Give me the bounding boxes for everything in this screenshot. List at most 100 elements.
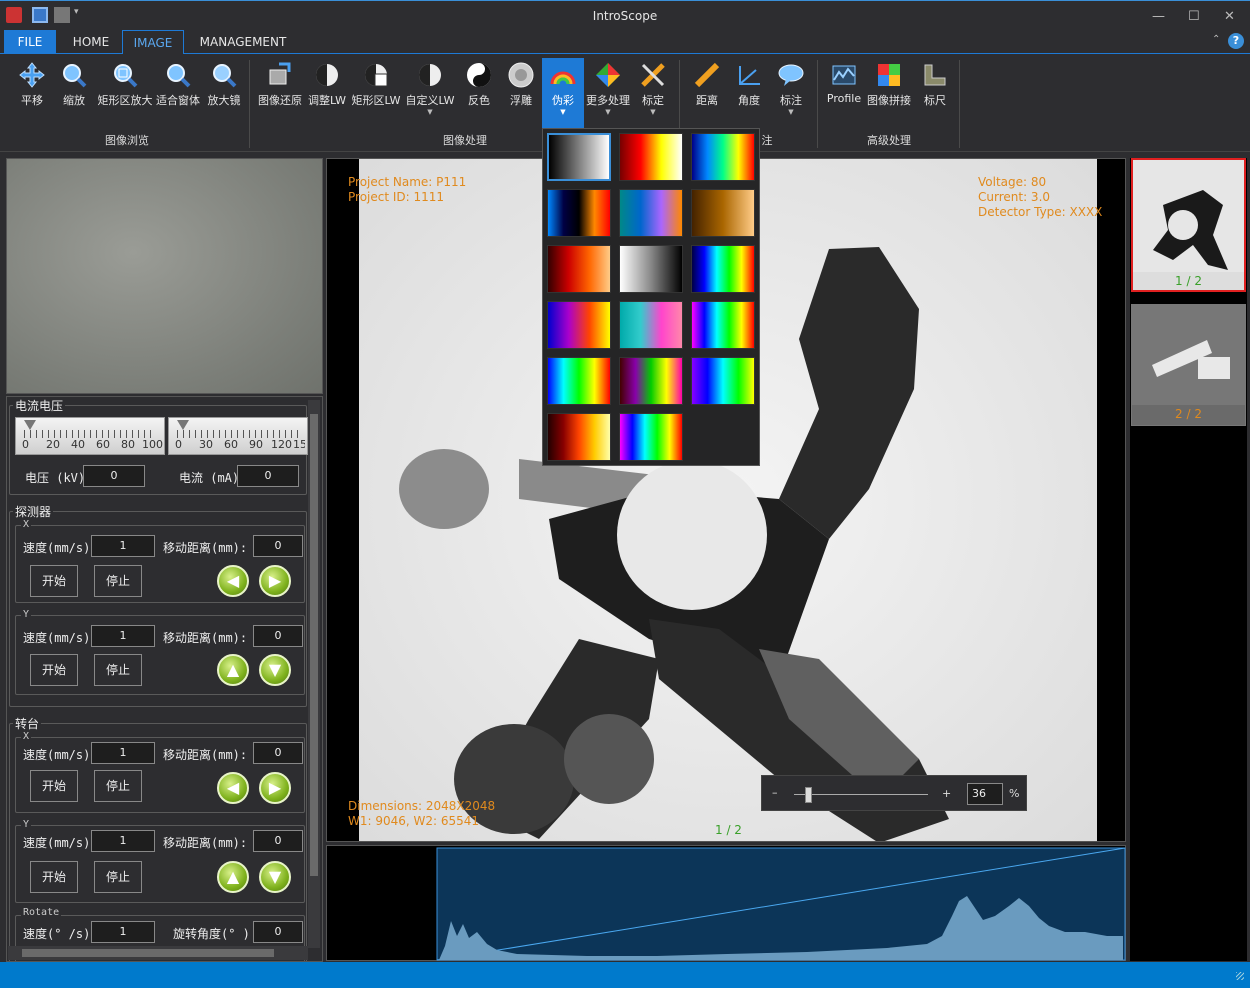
palette-rainbow[interactable] (691, 301, 755, 349)
ruler-button[interactable]: 标尺 (918, 60, 952, 108)
turntable-y-speed-input[interactable]: 1 (91, 830, 155, 852)
group-label-browse: 图像浏览 (105, 134, 149, 147)
zoom-out-button[interactable]: – (772, 786, 778, 799)
move-right-button[interactable]: ▶ (259, 772, 291, 804)
palette-rainbow-2[interactable] (547, 357, 611, 405)
resize-grip-icon[interactable] (1236, 972, 1244, 980)
detector-x-start-button[interactable]: 开始 (30, 565, 78, 597)
palette-plasma[interactable] (547, 301, 611, 349)
turntable-y-distance-input[interactable]: 0 (253, 830, 303, 852)
tab-image[interactable]: IMAGE (122, 30, 184, 54)
zoom-slider-thumb[interactable] (804, 787, 812, 803)
profile-button[interactable]: Profile (824, 60, 864, 105)
move-up-button[interactable]: ▲ (217, 861, 249, 893)
zoom-button[interactable]: 缩放 (58, 60, 90, 108)
turntable-y-stop-button[interactable]: 停止 (94, 861, 142, 893)
voltage-slider[interactable]: 0 20 40 60 80 100 (15, 417, 165, 455)
scroll-thumb[interactable] (310, 414, 318, 876)
palette-blackbody[interactable] (547, 413, 611, 461)
tick-label: 80 (121, 438, 135, 451)
collapse-ribbon-icon[interactable]: ⌃ (1212, 34, 1220, 45)
detector-y-start-button[interactable]: 开始 (30, 654, 78, 686)
tab-management[interactable]: MANAGEMENT (192, 30, 294, 54)
detector-x-distance-input[interactable]: 0 (253, 535, 303, 557)
move-down-button[interactable]: ▼ (259, 861, 291, 893)
move-up-button[interactable]: ▲ (217, 654, 249, 686)
rect-zoom-button[interactable]: 矩形区放大 (96, 60, 154, 108)
more-processing-button[interactable]: 更多处理 ▼ (586, 60, 630, 116)
palette-full-spectrum[interactable] (619, 413, 683, 461)
turntable-x-speed-input[interactable]: 1 (91, 742, 155, 764)
tick-label: 90 (249, 438, 263, 451)
palette-inverted-gray[interactable] (619, 245, 683, 293)
detector-x-speed-input[interactable]: 1 (91, 535, 155, 557)
control-panel-hscrollbar[interactable] (8, 946, 308, 960)
palette-coolwarm[interactable] (547, 189, 611, 237)
close-button[interactable]: ✕ (1224, 9, 1235, 24)
rect-lw-button[interactable]: 矩形区LW (350, 60, 402, 108)
detector-x-stop-button[interactable]: 停止 (94, 565, 142, 597)
help-icon[interactable]: ? (1228, 33, 1244, 49)
image-stitch-button[interactable]: 图像拼接 (866, 60, 912, 108)
turntable-x-distance-input[interactable]: 0 (253, 742, 303, 764)
turntable-x-stop-button[interactable]: 停止 (94, 770, 142, 802)
palette-spring[interactable] (691, 357, 755, 405)
magnifier-button[interactable]: 放大镜 (204, 60, 244, 108)
scroll-thumb[interactable] (22, 949, 274, 957)
histogram-panel[interactable] (326, 845, 1126, 961)
slider-ticks (177, 430, 299, 438)
zoom-percent-input[interactable]: 36 (967, 783, 1003, 805)
rotate-speed-input[interactable]: 1 (91, 921, 155, 943)
palette-fire[interactable] (547, 245, 611, 293)
annotate-button[interactable]: 标注 ▼ (774, 60, 808, 116)
palette-jet[interactable] (691, 133, 755, 181)
maximize-button[interactable]: ☐ (1188, 9, 1200, 24)
palette-ocean[interactable] (619, 189, 683, 237)
pseudo-color-button[interactable]: 伪彩 ▼ (542, 58, 584, 130)
thumbnail-2[interactable]: 2 / 2 (1131, 304, 1246, 426)
pan-button[interactable]: 平移 (14, 60, 50, 108)
zoom-track[interactable] (794, 794, 928, 795)
move-right-button[interactable]: ▶ (259, 565, 291, 597)
palette-copper[interactable] (691, 189, 755, 237)
ruler-label: 标尺 (924, 94, 946, 107)
distance-button[interactable]: 距离 (690, 60, 724, 108)
control-panel: 电流电压 0 20 40 60 80 100 0 30 60 90 120 15… (6, 396, 323, 962)
detector-type-overlay: Detector Type: XXXX (978, 205, 1103, 219)
emboss-button[interactable]: 浮雕 (504, 60, 538, 108)
fit-window-button[interactable]: 适合窗体 (154, 60, 202, 108)
detector-y-distance-input[interactable]: 0 (253, 625, 303, 647)
current-input[interactable]: 0 (237, 465, 299, 487)
invert-button[interactable]: 反色 (462, 60, 496, 108)
palette-hsv[interactable] (619, 357, 683, 405)
palette-hot[interactable] (619, 133, 683, 181)
control-panel-vscrollbar[interactable] (308, 400, 320, 948)
move-left-button[interactable]: ◀ (217, 772, 249, 804)
slider-thumb[interactable] (24, 420, 36, 430)
zoom-in-button[interactable]: + (942, 787, 951, 800)
angle-button[interactable]: 角度 (732, 60, 766, 108)
voltage-input[interactable]: 0 (83, 465, 145, 487)
tab-file[interactable]: FILE (4, 30, 56, 54)
thumbnail-1[interactable]: 1 / 2 (1131, 158, 1246, 292)
palette-cool[interactable] (619, 301, 683, 349)
current-slider[interactable]: 0 30 60 90 120 15 (168, 417, 308, 455)
palette-spectrum[interactable] (691, 245, 755, 293)
tab-home[interactable]: HOME (62, 30, 120, 54)
custom-lw-button[interactable]: 自定义LW ▼ (404, 60, 456, 116)
adjust-lw-button[interactable]: 调整LW (306, 60, 348, 108)
zoom-label: 缩放 (63, 94, 85, 107)
turntable-y-start-button[interactable]: 开始 (30, 861, 78, 893)
image-restore-button[interactable]: 图像还原 (256, 60, 304, 108)
voltage-overlay: Voltage: 80 (978, 175, 1047, 189)
minimize-button[interactable]: — (1152, 9, 1165, 24)
detector-y-speed-input[interactable]: 1 (91, 625, 155, 647)
palette-gray[interactable] (547, 133, 611, 181)
detector-y-stop-button[interactable]: 停止 (94, 654, 142, 686)
move-down-button[interactable]: ▼ (259, 654, 291, 686)
slider-thumb[interactable] (177, 420, 189, 430)
turntable-x-start-button[interactable]: 开始 (30, 770, 78, 802)
rotate-angle-input[interactable]: 0 (253, 921, 303, 943)
calibrate-button[interactable]: 标定 ▼ (636, 60, 670, 116)
move-left-button[interactable]: ◀ (217, 565, 249, 597)
